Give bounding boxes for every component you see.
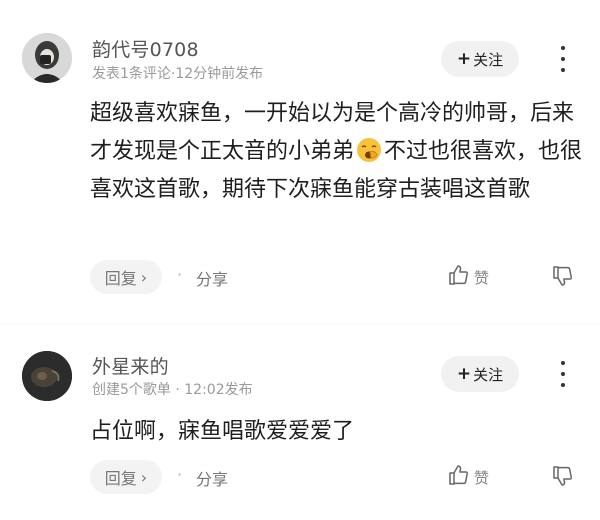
thumbs-up-icon [448,264,470,290]
follow-button[interactable]: + 关注 [441,356,519,392]
follow-button[interactable]: + 关注 [441,41,519,77]
dislike-button[interactable] [552,464,576,492]
username[interactable]: 韵代号0708 [92,35,199,62]
chevron-right-icon: › [140,267,148,287]
comment-meta: 创建5个歌单 · 12:02发布 [92,382,253,398]
comment-item: 外星来的 创建5个歌单 · 12:02发布 + 关注 占位啊，寐鱼唱歌爱爱爱了 … [0,330,600,520]
yawning-face-icon [356,137,382,163]
comment-meta: 发表1条评论·12分钟前发布 [92,66,264,82]
dislike-button[interactable] [552,264,576,292]
share-button[interactable]: 分享 [196,466,228,490]
avatar[interactable] [22,33,72,83]
thumbs-down-icon [552,466,576,492]
reply-label: 回复 [104,469,137,488]
like-label: 赞 [474,268,490,287]
follow-label: 关注 [473,50,504,69]
like-button[interactable]: 赞 [448,464,489,490]
username[interactable]: 外星来的 [92,352,169,379]
share-button[interactable]: 分享 [196,266,228,290]
comment-text: 超级喜欢寐鱼，一开始以为是个高冷的帅哥，后来才发现是个正太音的小弟弟 不过也很喜… [90,95,585,209]
like-button[interactable]: 赞 [448,264,489,290]
thumbs-down-icon [552,266,576,292]
separator-dot: · [177,265,183,284]
divider [0,324,600,325]
comment-item: 韵代号0708 发表1条评论·12分钟前发布 + 关注 超级喜欢寐鱼，一开始以为… [0,0,600,320]
thumbs-up-icon [448,464,470,490]
comment-text: 占位啊，寐鱼唱歌爱爱爱了 [90,419,355,444]
plus-icon: + [456,364,472,384]
reply-button[interactable]: 回复 › [90,460,162,494]
reply-label: 回复 [104,269,137,288]
avatar[interactable] [22,351,72,401]
reply-button[interactable]: 回复 › [90,260,162,294]
like-label: 赞 [474,468,490,487]
chevron-right-icon: › [140,467,148,487]
separator-dot: · [177,465,183,484]
plus-icon: + [456,49,472,69]
follow-label: 关注 [473,365,504,384]
more-vertical-icon[interactable] [556,46,570,72]
more-vertical-icon[interactable] [556,361,570,387]
